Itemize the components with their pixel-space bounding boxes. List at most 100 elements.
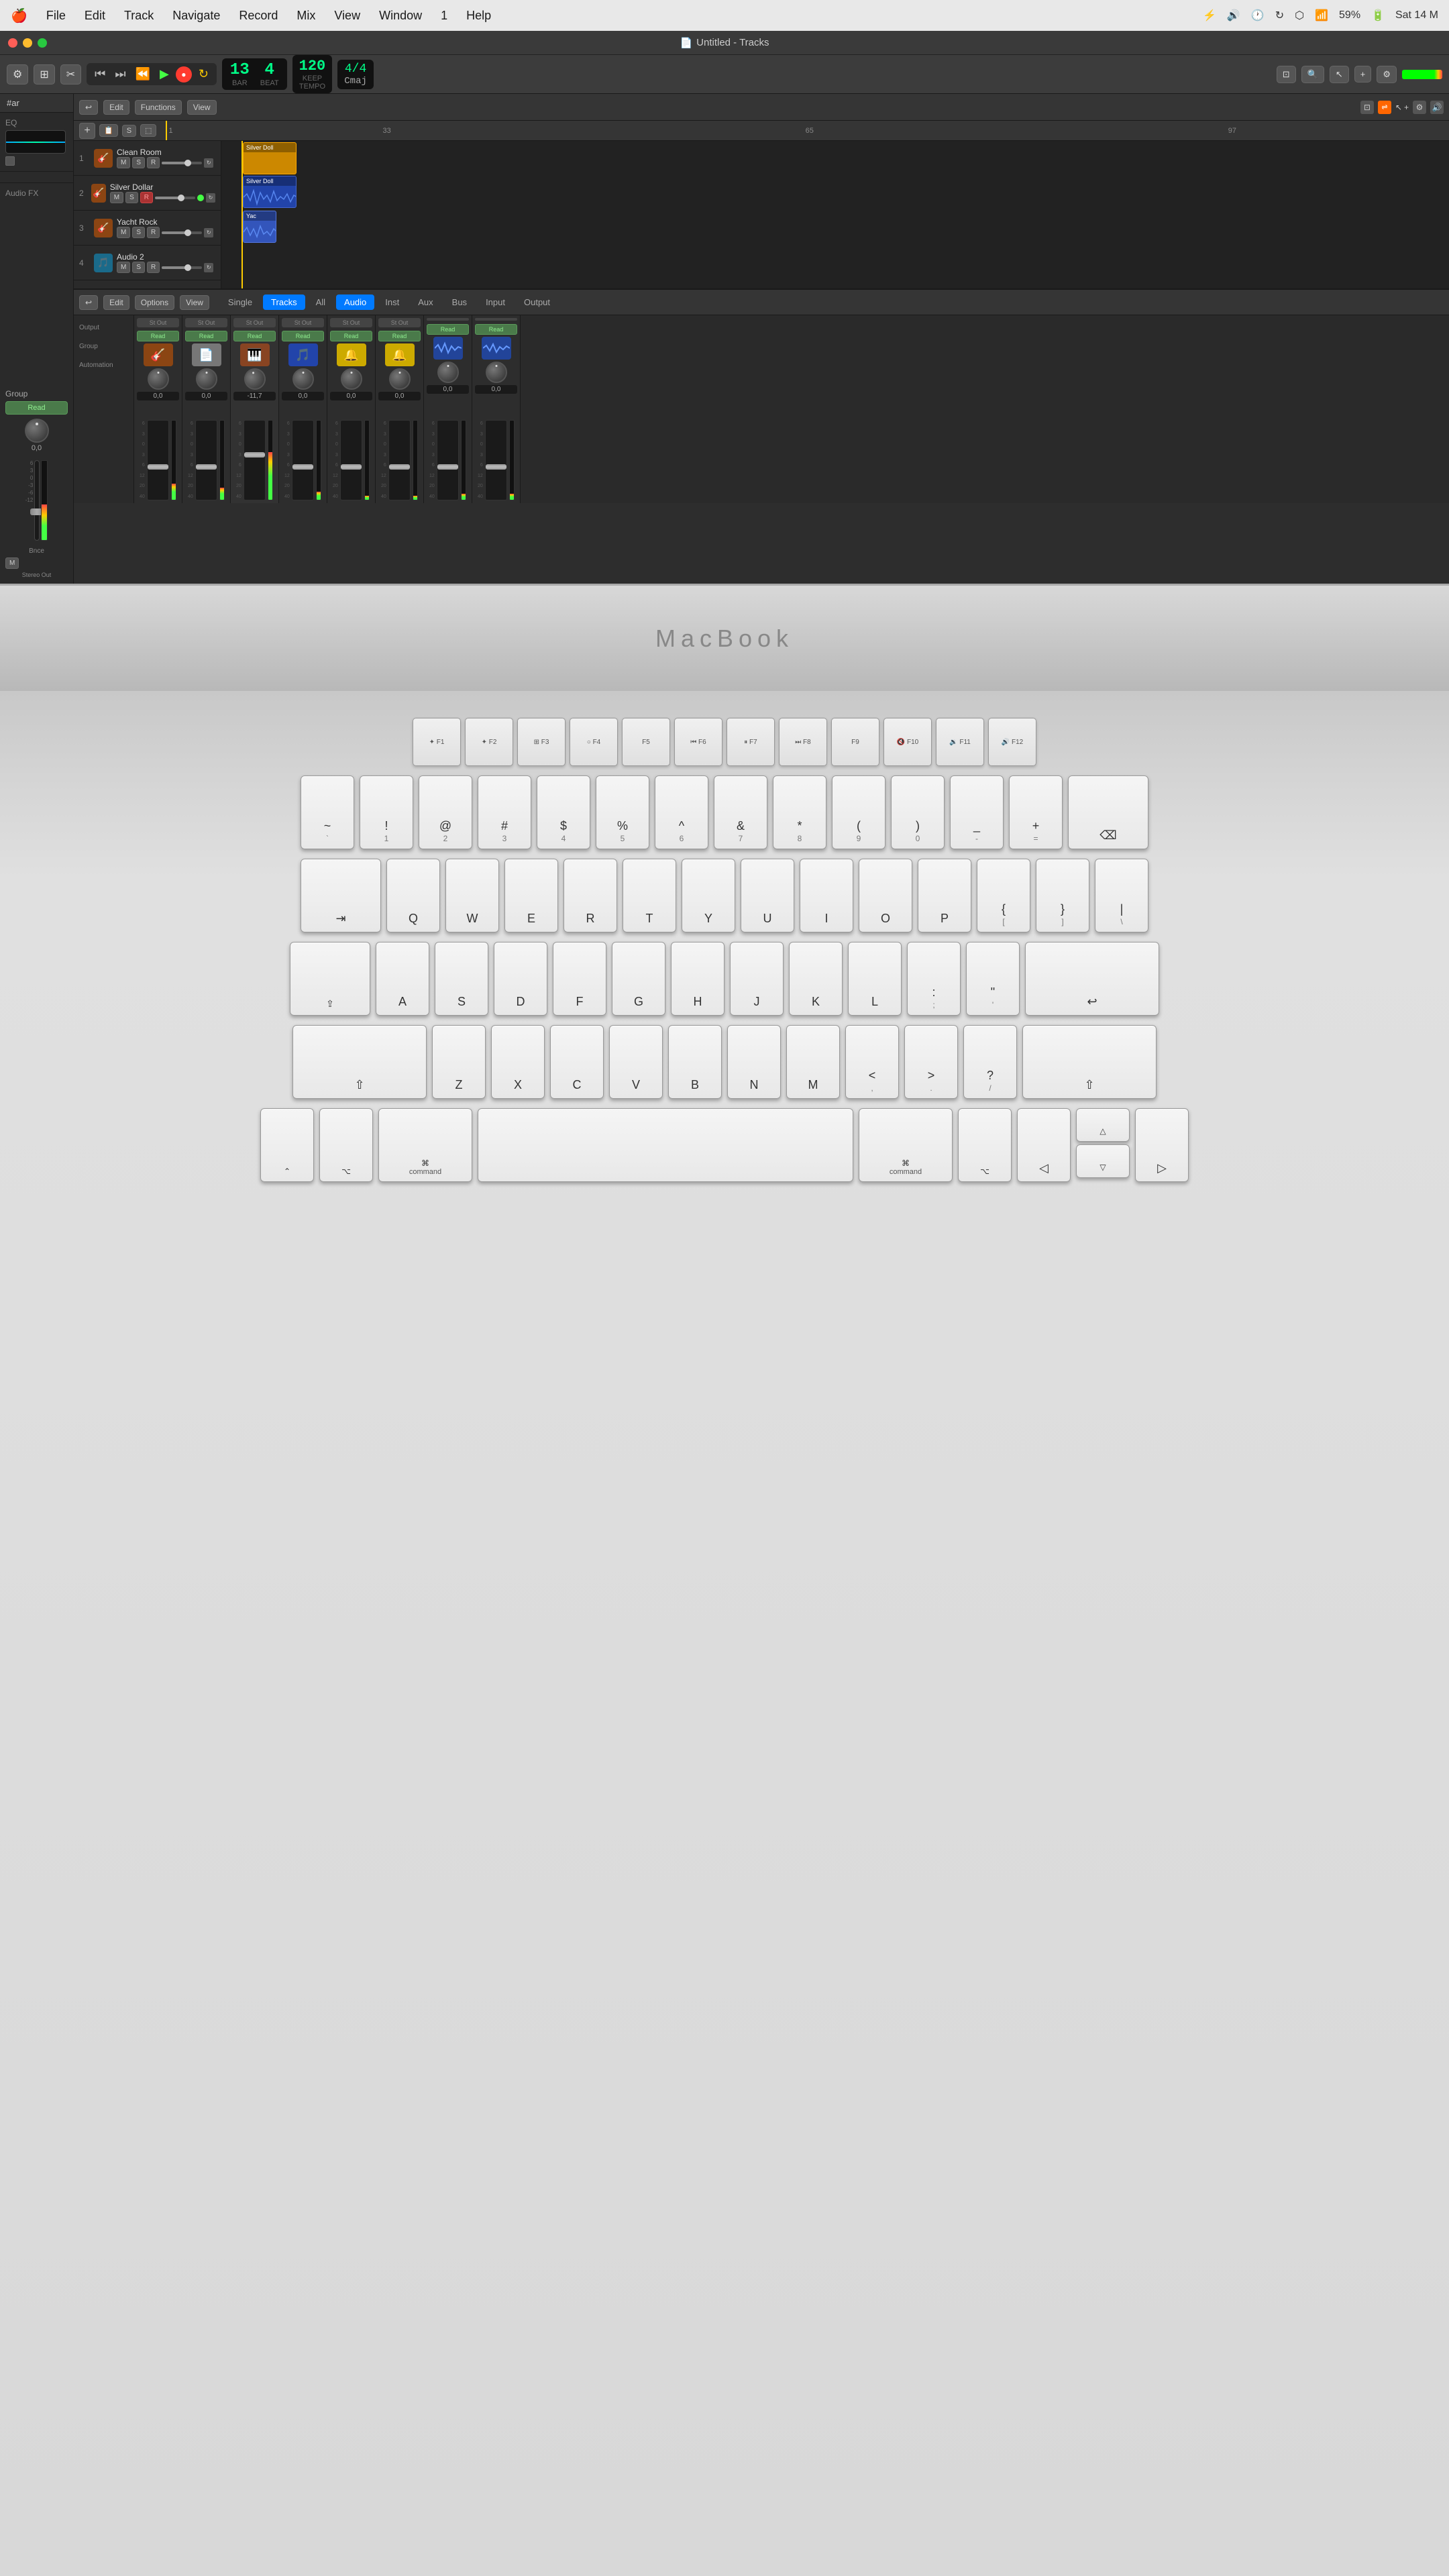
fn-key-f12[interactable]: 🔊 F12 [988,718,1036,766]
maximize-button[interactable] [38,38,47,48]
fn-key-f11[interactable]: 🔉 F11 [936,718,984,766]
play-button[interactable]: ▶ [157,66,172,83]
mixer-tab-tracks[interactable]: Tracks [263,294,305,310]
add-tool-button[interactable]: + [1354,66,1372,83]
settings-icon[interactable]: ⚙ [1413,101,1426,114]
key-e[interactable]: E [504,859,558,932]
menu-help[interactable]: Help [466,9,491,23]
ch8-automation[interactable]: Read [475,324,517,335]
ch3-fader-handle[interactable] [244,452,265,458]
minimize-button[interactable] [23,38,32,48]
key-9[interactable]: (9 [832,775,885,849]
key-7[interactable]: &7 [714,775,767,849]
key-slash[interactable]: ?/ [963,1025,1017,1099]
key-p[interactable]: P [918,859,971,932]
volume-slider-4[interactable] [162,266,202,269]
ch7-automation[interactable]: Read [427,324,469,335]
ch2-pan-knob[interactable] [196,368,217,390]
ch6-pan-knob[interactable] [389,368,411,390]
key-a[interactable]: A [376,942,429,1016]
fn-key-f1[interactable]: ✦ F1 [413,718,461,766]
menu-window[interactable]: Window [379,9,422,23]
key-6[interactable]: ^6 [655,775,708,849]
key-m[interactable]: M [786,1025,840,1099]
mixer-tab-output[interactable]: Output [516,294,558,310]
fn-key-f10[interactable]: 🔇 F10 [883,718,932,766]
menu-file[interactable]: File [46,9,66,23]
solo-button-4[interactable]: S [132,262,145,273]
zoom-button[interactable]: 🔍 [1301,66,1324,83]
key-l[interactable]: L [848,942,902,1016]
settings-gear-button[interactable]: ⚙ [1377,66,1397,83]
key-spacebar[interactable] [478,1108,853,1182]
fn-key-f7[interactable]: ⏸ F7 [727,718,775,766]
key-2[interactable]: @2 [419,775,472,849]
ch3-pan-knob[interactable] [241,366,268,392]
mute-button-3[interactable]: M [117,227,130,238]
fn-key-f6[interactable]: ⏮ F6 [674,718,722,766]
ch1-fader-handle[interactable] [148,464,168,470]
key-option-left[interactable]: ⌥ [319,1108,373,1182]
volume-slider-3[interactable] [162,231,202,234]
ch6-fader[interactable] [388,420,411,500]
ch7-fader[interactable] [437,420,459,500]
volume-slider-2[interactable] [155,197,195,199]
key-8[interactable]: *8 [773,775,826,849]
key-u[interactable]: U [741,859,794,932]
automation-read-button[interactable]: Read [5,401,68,415]
key-h[interactable]: H [671,942,724,1016]
key-period[interactable]: >. [904,1025,958,1099]
key-minus[interactable]: _- [950,775,1004,849]
ch7-pan-knob[interactable] [437,362,459,383]
ch5-fader[interactable] [340,420,362,500]
mixer-tab-all[interactable]: All [308,294,333,310]
ch6-automation[interactable]: Read [378,331,421,341]
speaker-icon[interactable]: 🔊 [1430,101,1444,114]
key-x[interactable]: X [491,1025,545,1099]
record-arm-1[interactable]: R [147,157,160,168]
fn-key-f5[interactable]: F5 [622,718,670,766]
m-button[interactable]: M [5,557,19,569]
bar-display[interactable]: 13 [230,61,250,79]
key-f[interactable]: F [553,942,606,1016]
key-arrow-right[interactable]: ▷ [1135,1108,1189,1182]
preferences-button[interactable]: ⚙ [7,64,28,85]
key-comma[interactable]: <, [845,1025,899,1099]
key-1[interactable]: !1 [360,775,413,849]
mixer-tab-input[interactable]: Input [478,294,513,310]
mixer-tab-inst[interactable]: Inst [377,294,407,310]
snap-mode-button[interactable]: ⊡ [1277,66,1296,83]
ch8-fader-handle[interactable] [486,464,506,470]
channel-fader-track[interactable] [34,460,40,541]
key-4[interactable]: $4 [537,775,590,849]
menu-1[interactable]: 1 [441,9,447,23]
key-c[interactable]: C [550,1025,604,1099]
mixer-tab-bus[interactable]: Bus [444,294,475,310]
ch1-fader[interactable] [147,420,169,500]
key-j[interactable]: J [730,942,784,1016]
menu-mix[interactable]: Mix [297,9,315,23]
view-menu-button[interactable]: View [187,100,217,115]
snap-icon[interactable]: ⊡ [1360,101,1374,114]
key-capslock[interactable]: ⇪ [290,942,370,1016]
record-button[interactable]: ● [176,66,192,83]
eq-link-button[interactable] [5,156,15,166]
ch5-fader-handle[interactable] [341,464,362,470]
key-k[interactable]: K [789,942,843,1016]
mixer-tab-single[interactable]: Single [220,294,260,310]
ch4-pan-knob[interactable] [292,368,314,390]
key-command-right[interactable]: ⌘ command [859,1108,953,1182]
fn-key-f4[interactable]: ○ F4 [570,718,618,766]
key-n[interactable]: N [727,1025,781,1099]
key-shift-right[interactable]: ⇧ [1022,1025,1157,1099]
menu-view[interactable]: View [334,9,360,23]
fn-key-f8[interactable]: ⏭ F8 [779,718,827,766]
ch2-fader-handle[interactable] [196,464,217,470]
solo-button-2[interactable]: S [125,192,138,203]
key-o[interactable]: O [859,859,912,932]
key-q[interactable]: Q [386,859,440,932]
key-w[interactable]: W [445,859,499,932]
key-quote[interactable]: "' [966,942,1020,1016]
go-to-start-button[interactable]: ⏪ [133,66,153,83]
mixer-tab-aux[interactable]: Aux [410,294,441,310]
